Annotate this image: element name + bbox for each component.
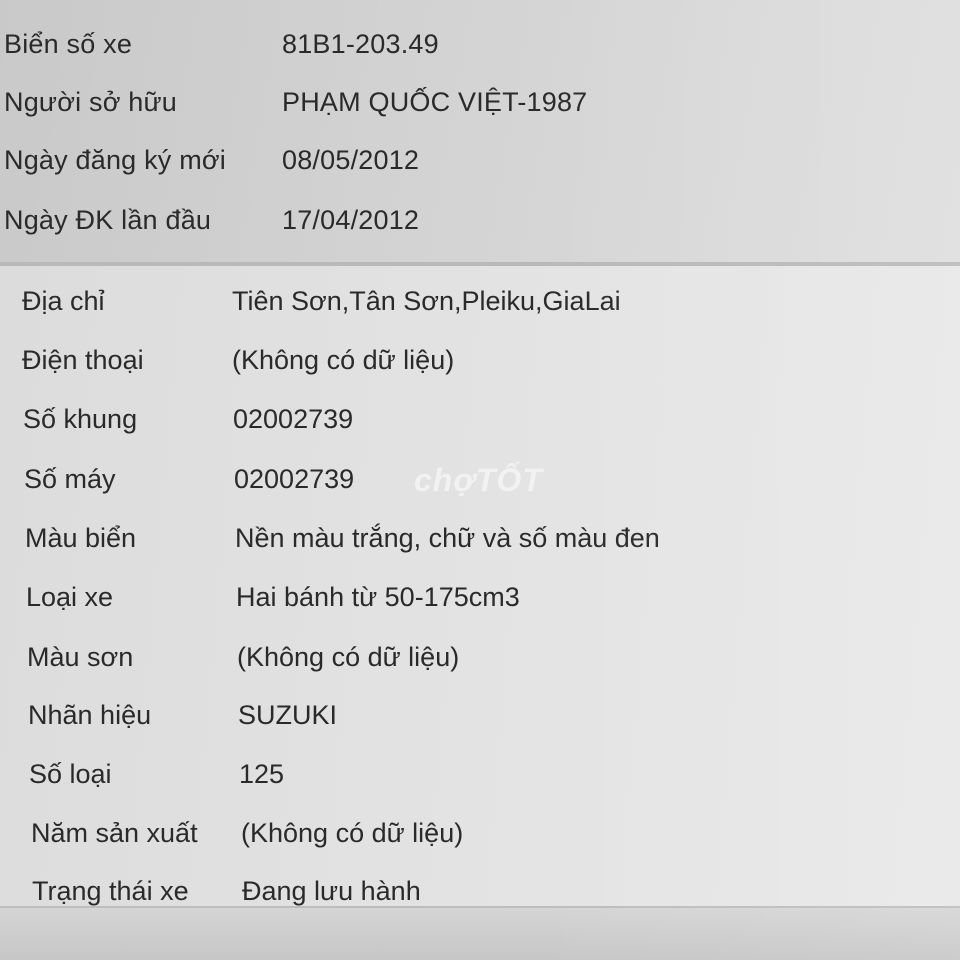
plate-number-row: Biển số xe 81B1-203.49 <box>4 24 439 64</box>
paint-color-label: Màu sơn <box>27 641 134 672</box>
chotot-watermark: chợTỐT <box>414 462 543 498</box>
detail-row-vehicle-status: Trạng thái xe Đang lưu hành <box>32 871 421 911</box>
vehicle-status-label: Trạng thái xe <box>32 875 189 906</box>
first-registration-date-label: Ngày ĐK lần đầu <box>4 204 212 235</box>
detail-row-vehicle-type: Loại xe Hai bánh từ 50-175cm3 <box>26 577 520 617</box>
vehicle-status-value: Đang lưu hành <box>242 875 421 906</box>
engine-number-value: 02002739 <box>234 463 355 494</box>
plate-color-value: Nền màu trắng, chữ và số màu đen <box>235 522 660 553</box>
detail-row-chassis-number: Số khung 02002739 <box>23 399 353 439</box>
manufacture-year-value: (Không có dữ liệu) <box>241 817 464 848</box>
plate-number-label: Biển số xe <box>4 28 133 59</box>
vehicle-type-label: Loại xe <box>26 581 114 612</box>
brand-value: SUZUKI <box>238 699 338 730</box>
detail-row-phone: Điện thoại (Không có dữ liệu) <box>22 340 454 380</box>
owner-row: Người sở hữu PHẠM QUỐC VIỆT-1987 <box>4 82 587 122</box>
address-label: Địa chỉ <box>22 285 105 316</box>
vehicle-details-panel: Địa chỉ Tiên Sơn,Tân Sơn,Pleiku,GiaLai Đ… <box>0 266 960 906</box>
chassis-number-value: 02002739 <box>233 403 354 434</box>
vehicle-registration-screen: Biển số xe 81B1-203.49 Người sở hữu PHẠM… <box>0 0 960 960</box>
new-registration-date-row: Ngày đăng ký mới 08/05/2012 <box>4 140 419 180</box>
engine-number-label: Số máy <box>24 463 116 494</box>
first-registration-date-row: Ngày ĐK lần đầu 17/04/2012 <box>4 200 419 240</box>
vehicle-header-panel: Biển số xe 81B1-203.49 Người sở hữu PHẠM… <box>0 0 960 262</box>
paint-color-value: (Không có dữ liệu) <box>237 641 460 672</box>
owner-label: Người sở hữu <box>4 86 178 117</box>
plate-color-label: Màu biển <box>25 522 137 553</box>
detail-row-brand: Nhãn hiệu SUZUKI <box>28 695 337 735</box>
detail-row-manufacture-year: Năm sản xuất (Không có dữ liệu) <box>31 813 463 853</box>
detail-row-engine-number: Số máy 02002739 <box>24 459 354 499</box>
chassis-number-label: Số khung <box>23 403 138 434</box>
brand-label: Nhãn hiệu <box>28 699 152 730</box>
new-registration-date-label: Ngày đăng ký mới <box>4 144 226 175</box>
detail-row-paint-color: Màu sơn (Không có dữ liệu) <box>27 637 459 677</box>
vehicle-type-value: Hai bánh từ 50-175cm3 <box>236 581 520 612</box>
phone-label: Điện thoại <box>22 344 144 375</box>
plate-number-value: 81B1-203.49 <box>282 28 439 59</box>
new-registration-date-value: 08/05/2012 <box>282 144 420 175</box>
manufacture-year-label: Năm sản xuất <box>31 817 198 848</box>
detail-row-address: Địa chỉ Tiên Sơn,Tân Sơn,Pleiku,GiaLai <box>22 281 621 321</box>
bottom-panel-edge <box>0 906 960 960</box>
detail-row-model-number: Số loại 125 <box>29 754 284 794</box>
phone-value: (Không có dữ liệu) <box>232 344 455 375</box>
address-value: Tiên Sơn,Tân Sơn,Pleiku,GiaLai <box>232 285 621 316</box>
model-number-label: Số loại <box>29 758 112 789</box>
detail-row-plate-color: Màu biển Nền màu trắng, chữ và số màu đe… <box>25 518 660 558</box>
model-number-value: 125 <box>239 758 285 789</box>
owner-value: PHẠM QUỐC VIỆT-1987 <box>282 86 588 117</box>
first-registration-date-value: 17/04/2012 <box>282 204 420 235</box>
